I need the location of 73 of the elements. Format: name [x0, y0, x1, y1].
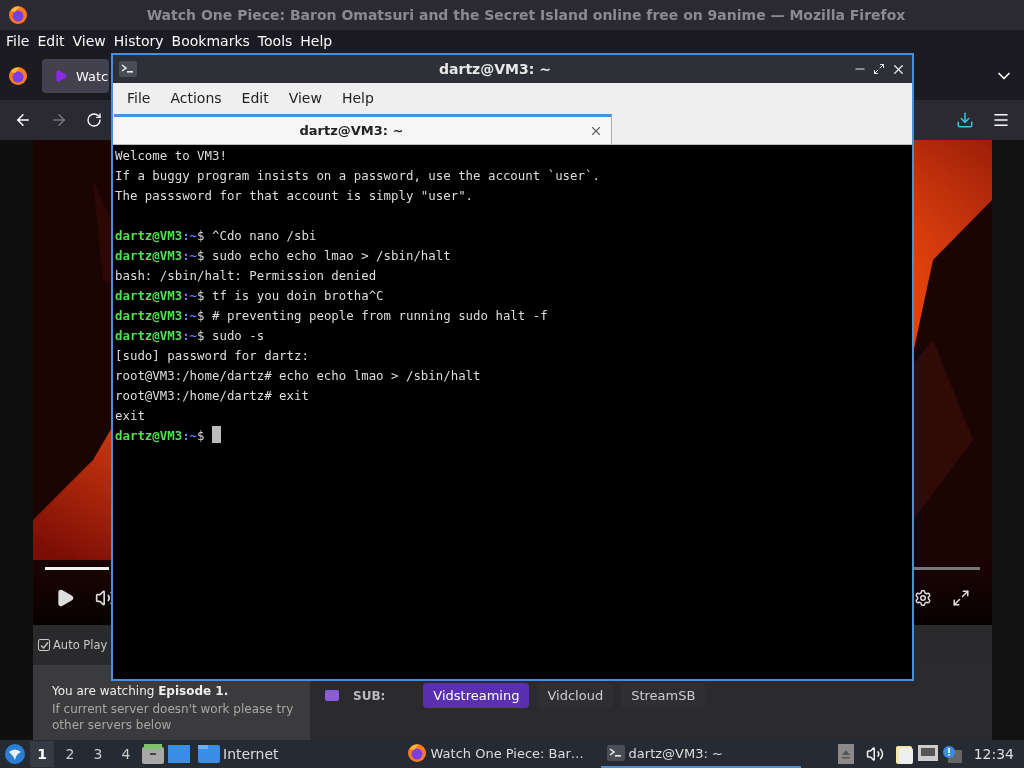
browser-tab[interactable]: Watc	[42, 59, 109, 93]
terminal-icon	[606, 745, 625, 761]
terminal-line: dartz@VM3:~$ # preventing people from running sudo halt -f	[115, 307, 549, 325]
tab-title: Watc	[76, 68, 109, 84]
window-title: Watch One Piece: Baron Omatsuri and the Secret Island online free on 9anime — Mozilla Firefox	[145, 7, 907, 23]
terminal-line: exit	[115, 407, 146, 425]
menu-item[interactable]: Help	[296, 33, 337, 49]
eject-icon[interactable]	[837, 744, 854, 764]
volume-icon[interactable]	[865, 745, 884, 763]
menu-item[interactable]: File	[117, 90, 161, 106]
terminal-line: bash: /sbin/halt: Permission denied	[115, 267, 378, 285]
menu-item[interactable]: Bookmarks	[167, 33, 254, 49]
maximize-icon[interactable]	[873, 63, 885, 75]
menu-item[interactable]: Actions	[160, 90, 232, 106]
terminal-line: dartz@VM3:~$	[115, 426, 910, 446]
server-button[interactable]: StreamSB	[621, 683, 706, 708]
workspace-button[interactable]: 4	[114, 741, 138, 767]
firefox-icon	[8, 66, 28, 86]
autoplay-label: Auto Play	[53, 638, 108, 652]
start-menu-icon[interactable]	[4, 743, 26, 765]
file-cabinet-icon[interactable]	[142, 744, 164, 764]
menu-item[interactable]: Edit	[231, 90, 279, 106]
menu-icon[interactable]	[992, 111, 1010, 129]
episode-heading: You are watching Episode 1.	[52, 684, 230, 698]
terminal-tab[interactable]: dartz@VM3: ~	[114, 114, 612, 144]
terminal-line: dartz@VM3:~$ sudo -s	[115, 327, 266, 345]
fullscreen-icon[interactable]	[952, 588, 970, 607]
firefox-icon	[8, 5, 28, 25]
reload-icon[interactable]	[86, 112, 102, 128]
autoplay-checkbox[interactable]	[38, 639, 50, 651]
network-icon[interactable]	[917, 745, 938, 763]
menu-item[interactable]: View	[68, 33, 110, 49]
progress-track[interactable]	[914, 567, 980, 570]
terminal-line: dartz@VM3:~$ sudo echo echo lmao > /sbin/halt	[115, 247, 452, 265]
menu-item[interactable]: View	[278, 90, 332, 106]
terminal-line: Welcome to VM3!	[115, 147, 228, 165]
settings-icon[interactable]	[914, 588, 932, 607]
menu-item[interactable]: Edit	[33, 33, 69, 49]
terminal-line: dartz@VM3:~$ ^Cdo nano /sbi	[115, 227, 318, 245]
tab-title: dartz@VM3: ~	[298, 123, 405, 138]
window-title: dartz@VM3: ~	[438, 61, 552, 77]
notification-icon[interactable]	[941, 745, 962, 763]
clipboard-icon[interactable]	[895, 744, 914, 764]
workspace-button[interactable]: 3	[86, 741, 110, 767]
terminal-line: root@VM3:/home/dartz# echo echo lmao > /sbin/halt	[115, 367, 482, 385]
firefox-icon	[406, 743, 427, 763]
clock[interactable]: 12:34	[965, 746, 1020, 762]
sub-label: SUB:	[353, 689, 386, 703]
play-icon	[54, 69, 68, 83]
task-button[interactable]: dartz@VM3: ~	[600, 740, 801, 768]
server-button[interactable]: Vidcloud	[537, 683, 614, 708]
folder-icon	[198, 745, 220, 763]
terminal-line: The passsword for that account is simply "user".	[115, 187, 475, 205]
workspace-button[interactable]: 2	[58, 741, 82, 767]
terminal-line: If a buggy program insists on a password, use the account `user`.	[115, 167, 601, 185]
menu-item[interactable]: History	[109, 33, 168, 49]
forward-icon[interactable]	[50, 111, 68, 129]
play-icon[interactable]	[55, 587, 75, 608]
workspace-button[interactable]: 1	[30, 741, 54, 767]
terminal-line: dartz@VM3:~$ tf is you doin brotha^C	[115, 287, 385, 305]
menu-item[interactable]: Tools	[253, 33, 297, 49]
back-icon[interactable]	[14, 111, 32, 129]
server-button[interactable]: Vidstreaming	[423, 683, 530, 708]
menu-item[interactable]: File	[2, 33, 34, 49]
terminal-line: [sudo] password for dartz:	[115, 347, 310, 365]
server-note: If current server doesn't work please try other servers below	[52, 701, 295, 733]
terminal-icon	[119, 61, 137, 77]
terminal-line: root@VM3:/home/dartz# exit	[115, 387, 310, 405]
launcher-button[interactable]: Internet	[194, 745, 283, 763]
cc-icon	[325, 690, 339, 701]
download-icon[interactable]	[956, 111, 974, 129]
task-button[interactable]: Watch One Piece: Bar…	[400, 740, 597, 768]
menu-item[interactable]: Help	[331, 90, 384, 106]
